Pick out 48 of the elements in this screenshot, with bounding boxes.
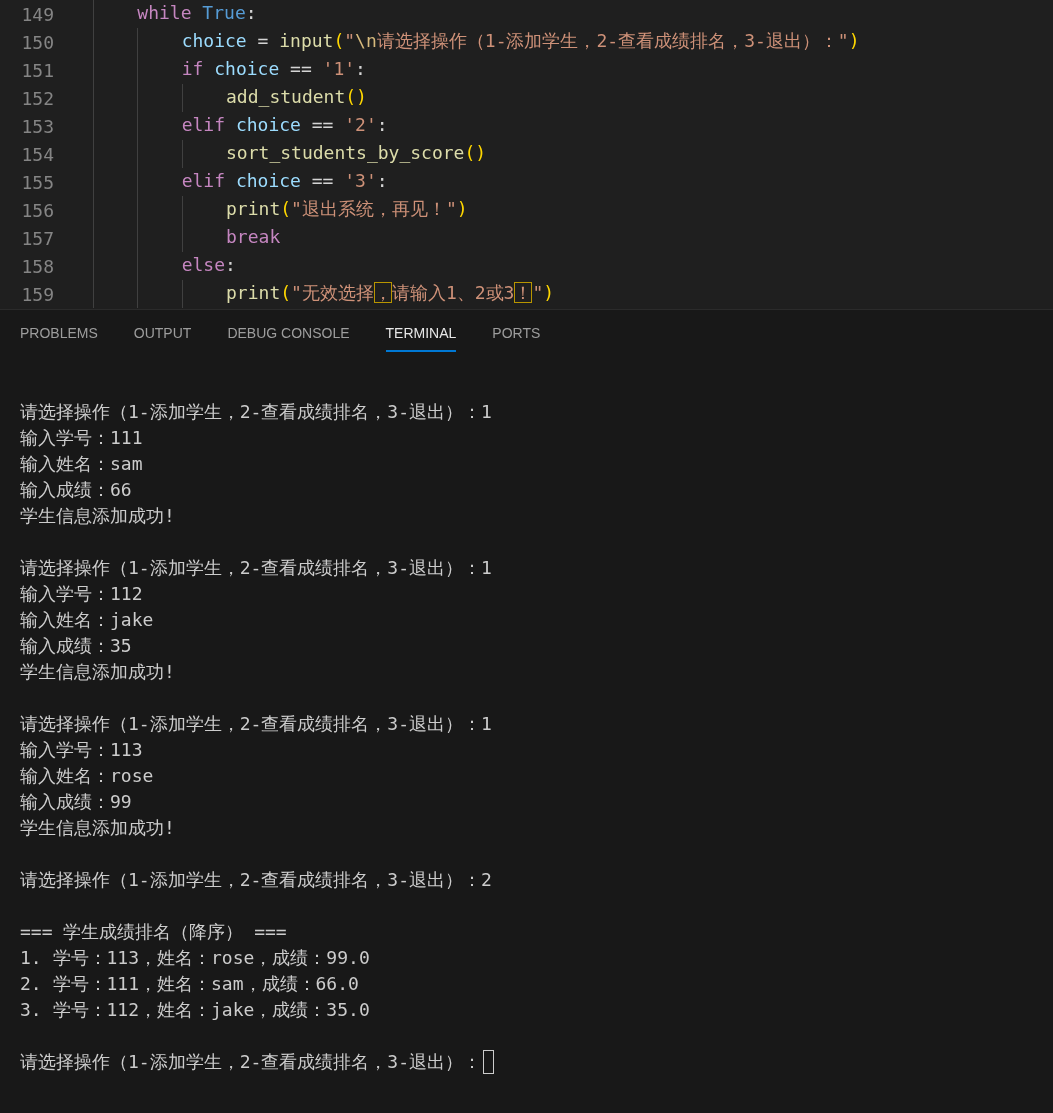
terminal-line: 请选择操作（1-添加学生，2-查看成绩排名，3-退出）：1 [20,400,492,424]
line-number: 159 [20,283,54,305]
code-line: sort_students_by_score() [93,140,487,168]
line-number: 149 [20,3,54,25]
terminal-line: 输入姓名：jake [20,608,154,632]
code-line: print("退出系统，再见！") [93,196,468,224]
terminal-line: 输入成绩：66 [20,478,132,502]
line-number: 150 [20,31,54,53]
code-line: while True: [93,0,257,28]
code-line: choice = input("\n请选择操作（1-添加学生，2-查看成绩排名，3-退出）：") [93,28,860,56]
line-number: 153 [20,115,54,137]
code-line: add_student() [93,84,367,112]
panel-tab[interactable]: PORTS [492,316,541,352]
code-line: elif choice == '3': [93,168,388,196]
terminal-line: 学生信息添加成功! [20,504,175,528]
line-number: 156 [20,199,54,221]
terminal-line: === 学生成绩排名（降序） === [20,920,287,944]
terminal-line: 输入学号：113 [20,738,143,762]
terminal-line: 请选择操作（1-添加学生，2-查看成绩排名，3-退出）：2 [20,868,492,892]
line-number: 158 [20,255,54,277]
terminal-line: 输入学号：111 [20,426,143,450]
panel-tab[interactable]: PROBLEMS [20,316,98,352]
terminal-line: 1. 学号：113，姓名：rose，成绩：99.0 [20,946,370,970]
terminal-line: 2. 学号：111，姓名：sam，成绩：66.0 [20,972,359,996]
code-line: if choice == '1': [93,56,366,84]
code-line: break [93,224,281,252]
terminal-line: 请选择操作（1-添加学生，2-查看成绩排名，3-退出）：1 [20,712,492,736]
panel-tab[interactable]: TERMINAL [385,316,457,352]
code-line: elif choice == '2': [93,112,388,140]
terminal-line: 学生信息添加成功! [20,660,175,684]
terminal-line: 请选择操作（1-添加学生，2-查看成绩排名，3-退出）：1 [20,556,492,580]
terminal-line: 请选择操作（1-添加学生，2-查看成绩排名，3-退出）： [20,1050,482,1074]
panel-tab[interactable]: DEBUG CONSOLE [227,316,350,352]
line-number: 154 [20,143,54,165]
terminal-line: 输入姓名：sam [20,452,143,476]
line-number: 155 [20,171,54,193]
panel-tab[interactable]: OUTPUT [133,316,192,352]
terminal-line: 3. 学号：112，姓名：jake，成绩：35.0 [20,998,370,1022]
line-number: 151 [20,59,54,81]
line-number: 152 [20,87,54,109]
terminal-line: 输入姓名：rose [20,764,154,788]
terminal-line: 输入学号：112 [20,582,143,606]
terminal-line: 学生信息添加成功! [20,816,175,840]
code-line: print("无效选择，请输入1、2或3！") [93,280,555,308]
line-number: 157 [20,227,54,249]
code-line: else: [93,252,236,280]
terminal-line: 输入成绩：35 [20,634,132,658]
terminal-line: 输入成绩：99 [20,790,132,814]
